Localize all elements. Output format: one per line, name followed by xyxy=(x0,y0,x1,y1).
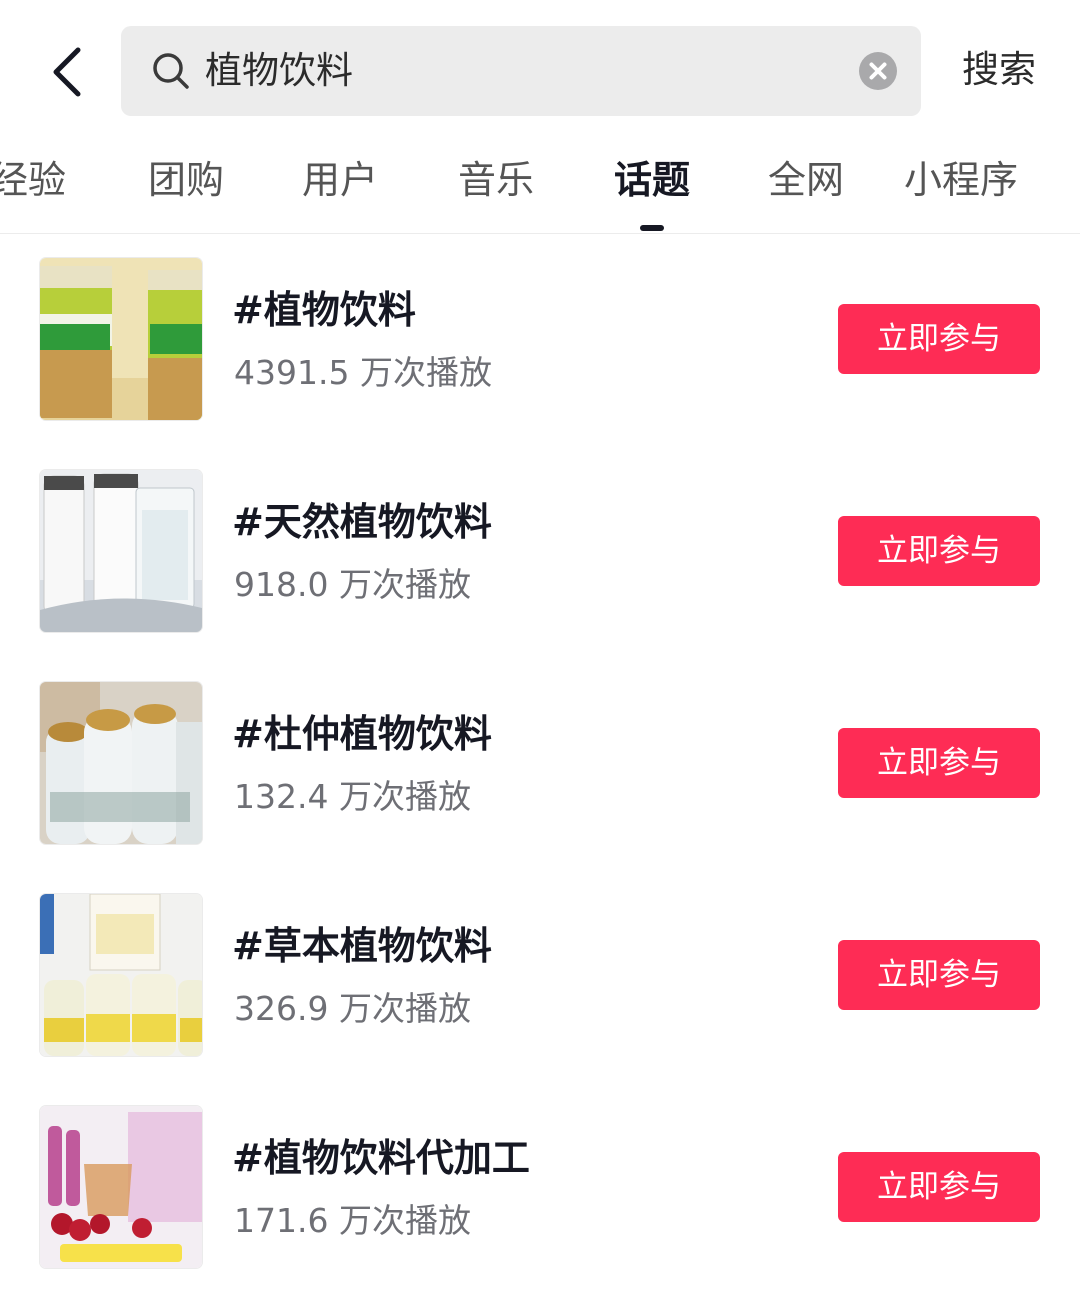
topic-thumbnail xyxy=(40,470,202,632)
join-topic-button[interactable]: 立即参与 xyxy=(838,1152,1040,1222)
topic-title: #杜仲植物饮料 xyxy=(232,712,492,756)
clear-search-button[interactable] xyxy=(859,52,897,90)
topic-title: #植物饮料代加工 xyxy=(232,1136,530,1180)
join-topic-button[interactable]: 立即参与 xyxy=(838,940,1040,1010)
topic-row[interactable]: #植物饮料 4391.5 万次播放 立即参与 xyxy=(0,234,1080,446)
topic-thumbnail xyxy=(40,682,202,844)
topic-play-count: 132.4 万次播放 xyxy=(234,777,471,816)
tab-music[interactable]: 音乐 xyxy=(458,154,534,206)
topic-play-count: 4391.5 万次播放 xyxy=(234,353,492,392)
tab-all-web[interactable]: 全网 xyxy=(768,154,844,206)
tab-group-buy[interactable]: 团购 xyxy=(148,154,224,206)
join-topic-button[interactable]: 立即参与 xyxy=(838,728,1040,798)
topic-title: #草本植物饮料 xyxy=(232,924,492,968)
join-topic-button[interactable]: 立即参与 xyxy=(838,516,1040,586)
topic-row[interactable]: #植物饮料代加工 171.6 万次播放 立即参与 xyxy=(0,1082,1080,1294)
topic-title: #天然植物饮料 xyxy=(232,500,492,544)
tab-topics[interactable]: 话题 xyxy=(614,154,690,206)
topic-list: #植物饮料 4391.5 万次播放 立即参与 #天然植物饮料 918.0 万次播… xyxy=(0,234,1080,1294)
topic-thumbnail xyxy=(40,1106,202,1268)
topic-row[interactable]: #杜仲植物饮料 132.4 万次播放 立即参与 xyxy=(0,658,1080,870)
tab-mini-programs[interactable]: 小程序 xyxy=(904,154,1018,206)
search-category-tabs: 经验 团购 用户 音乐 话题 全网 小程序 xyxy=(0,128,1080,234)
search-icon xyxy=(153,53,189,89)
clear-circle-icon xyxy=(869,62,887,80)
tab-experience[interactable]: 经验 xyxy=(0,154,66,206)
back-button[interactable] xyxy=(40,40,100,104)
topic-play-count: 171.6 万次播放 xyxy=(234,1201,471,1240)
topic-thumbnail xyxy=(40,894,202,1056)
topic-play-count: 918.0 万次播放 xyxy=(234,565,471,604)
search-submit-button[interactable]: 搜索 xyxy=(962,44,1036,96)
topic-play-count: 326.9 万次播放 xyxy=(234,989,471,1028)
search-box[interactable]: 植物饮料 xyxy=(121,26,921,116)
join-topic-button[interactable]: 立即参与 xyxy=(838,304,1040,374)
active-tab-indicator xyxy=(640,225,664,231)
search-input[interactable]: 植物饮料 xyxy=(205,46,353,96)
topic-thumbnail xyxy=(40,258,202,420)
top-bar: 植物饮料 搜索 xyxy=(0,0,1080,128)
topic-title: #植物饮料 xyxy=(232,288,416,332)
topic-row[interactable]: #草本植物饮料 326.9 万次播放 立即参与 xyxy=(0,870,1080,1082)
chevron-left-icon xyxy=(53,47,81,97)
topic-row[interactable]: #天然植物饮料 918.0 万次播放 立即参与 xyxy=(0,446,1080,658)
tab-users[interactable]: 用户 xyxy=(302,154,378,206)
